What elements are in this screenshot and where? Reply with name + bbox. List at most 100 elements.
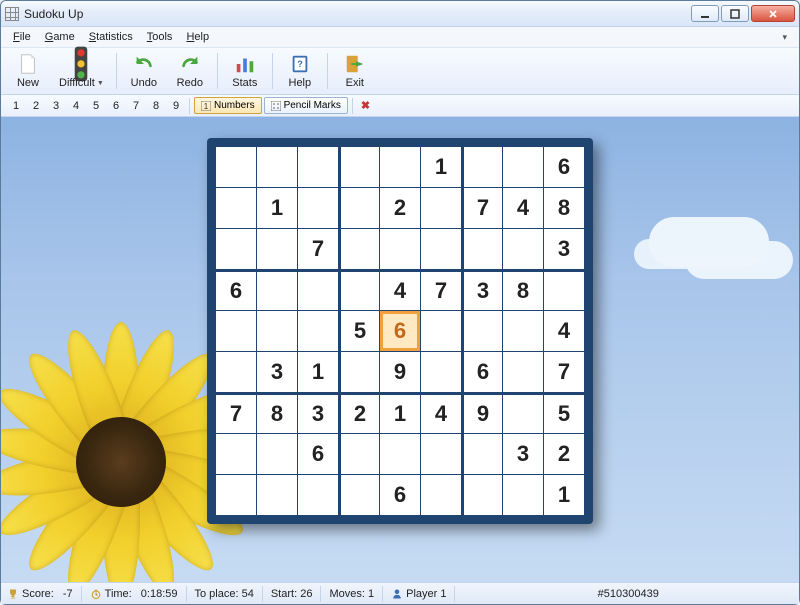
cell-r8-c0[interactable] [216,475,256,515]
close-button[interactable] [751,5,795,22]
cell-r0-c0[interactable] [216,147,256,187]
cell-r4-c4[interactable]: 6 [380,311,420,351]
cell-r8-c4[interactable]: 6 [380,475,420,515]
cell-r5-c5[interactable] [421,352,461,392]
cell-r8-c7[interactable] [503,475,543,515]
help-button[interactable]: ? Help [279,49,321,93]
cell-r7-c4[interactable] [380,434,420,474]
redo-button[interactable]: Redo [169,49,211,93]
cell-r3-c8[interactable] [544,270,584,310]
cell-r4-c6[interactable] [462,311,502,351]
cell-r1-c4[interactable]: 2 [380,188,420,228]
minimize-button[interactable] [691,5,719,22]
number-6-button[interactable]: 6 [107,98,125,114]
cell-r3-c5[interactable]: 7 [421,270,461,310]
undo-button[interactable]: Undo [123,49,165,93]
cell-r1-c2[interactable] [298,188,338,228]
cell-r8-c2[interactable] [298,475,338,515]
clear-cell-button[interactable]: ✖ [361,99,370,112]
cell-r2-c4[interactable] [380,229,420,269]
menu-file[interactable]: FFileile [7,30,37,44]
cell-r2-c5[interactable] [421,229,461,269]
cell-r1-c0[interactable] [216,188,256,228]
cell-r7-c6[interactable] [462,434,502,474]
menu-tools[interactable]: ToolsTools [141,30,179,44]
cell-r6-c7[interactable] [503,393,543,433]
cell-r5-c4[interactable]: 9 [380,352,420,392]
exit-button[interactable]: Exit [334,49,376,93]
number-3-button[interactable]: 3 [47,98,65,114]
cell-r0-c2[interactable] [298,147,338,187]
cell-r8-c8[interactable]: 1 [544,475,584,515]
cell-r3-c1[interactable] [257,270,297,310]
cell-r6-c2[interactable]: 3 [298,393,338,433]
cell-r5-c2[interactable]: 1 [298,352,338,392]
cell-r6-c1[interactable]: 8 [257,393,297,433]
cell-r0-c7[interactable] [503,147,543,187]
cell-r4-c7[interactable] [503,311,543,351]
cell-r2-c8[interactable]: 3 [544,229,584,269]
cell-r2-c6[interactable] [462,229,502,269]
cell-r0-c6[interactable] [462,147,502,187]
cell-r4-c5[interactable] [421,311,461,351]
cell-r1-c7[interactable]: 4 [503,188,543,228]
maximize-button[interactable] [721,5,749,22]
cell-r2-c7[interactable] [503,229,543,269]
cell-r5-c3[interactable] [339,352,379,392]
cell-r3-c3[interactable] [339,270,379,310]
pencil-mode-button[interactable]: Pencil Marks [264,97,348,114]
cell-r7-c2[interactable]: 6 [298,434,338,474]
number-1-button[interactable]: 1 [7,98,25,114]
number-5-button[interactable]: 5 [87,98,105,114]
cell-r7-c5[interactable] [421,434,461,474]
cell-r3-c7[interactable]: 8 [503,270,543,310]
cell-r5-c6[interactable]: 6 [462,352,502,392]
cell-r7-c0[interactable] [216,434,256,474]
cell-r2-c3[interactable] [339,229,379,269]
new-button[interactable]: New [7,49,49,93]
cell-r1-c1[interactable]: 1 [257,188,297,228]
number-7-button[interactable]: 7 [127,98,145,114]
cell-r6-c8[interactable]: 5 [544,393,584,433]
cell-r3-c4[interactable]: 4 [380,270,420,310]
cell-r8-c5[interactable] [421,475,461,515]
cell-r0-c1[interactable] [257,147,297,187]
cell-r3-c6[interactable]: 3 [462,270,502,310]
cell-r0-c5[interactable]: 1 [421,147,461,187]
cell-r8-c6[interactable] [462,475,502,515]
number-8-button[interactable]: 8 [147,98,165,114]
cell-r3-c0[interactable]: 6 [216,270,256,310]
cell-r0-c8[interactable]: 6 [544,147,584,187]
cell-r4-c8[interactable]: 4 [544,311,584,351]
cell-r7-c3[interactable] [339,434,379,474]
cell-r2-c2[interactable]: 7 [298,229,338,269]
menu-overflow[interactable]: ▾ [776,32,793,43]
cell-r6-c6[interactable]: 9 [462,393,502,433]
cell-r5-c8[interactable]: 7 [544,352,584,392]
cell-r4-c2[interactable] [298,311,338,351]
cell-r6-c5[interactable]: 4 [421,393,461,433]
menu-help[interactable]: HelpHelp [180,30,215,44]
cell-r1-c5[interactable] [421,188,461,228]
number-4-button[interactable]: 4 [67,98,85,114]
cell-r7-c7[interactable]: 3 [503,434,543,474]
number-9-button[interactable]: 9 [167,98,185,114]
cell-r2-c1[interactable] [257,229,297,269]
cell-r4-c3[interactable]: 5 [339,311,379,351]
number-2-button[interactable]: 2 [27,98,45,114]
difficulty-button[interactable]: Difficult▼ [53,49,110,93]
cell-r6-c0[interactable]: 7 [216,393,256,433]
menu-game[interactable]: GameGame [39,30,81,44]
cell-r8-c3[interactable] [339,475,379,515]
cell-r2-c0[interactable] [216,229,256,269]
cell-r0-c3[interactable] [339,147,379,187]
cell-r6-c3[interactable]: 2 [339,393,379,433]
cell-r7-c8[interactable]: 2 [544,434,584,474]
cell-r1-c6[interactable]: 7 [462,188,502,228]
cell-r5-c7[interactable] [503,352,543,392]
cell-r8-c1[interactable] [257,475,297,515]
cell-r4-c1[interactable] [257,311,297,351]
cell-r1-c3[interactable] [339,188,379,228]
cell-r0-c4[interactable] [380,147,420,187]
stats-button[interactable]: Stats [224,49,266,93]
